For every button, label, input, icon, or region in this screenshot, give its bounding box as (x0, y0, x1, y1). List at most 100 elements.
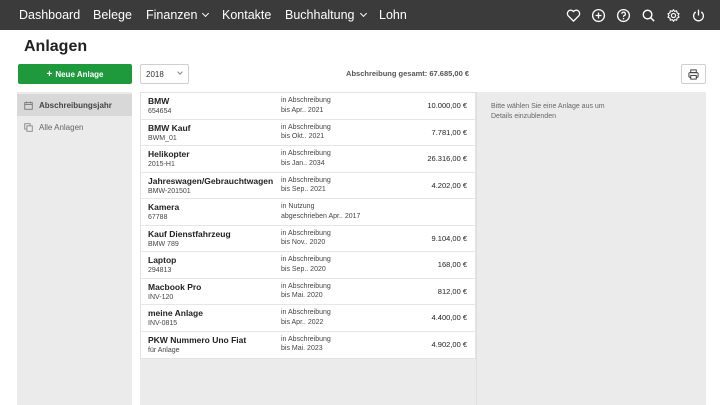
power-icon[interactable] (690, 7, 706, 23)
asset-status: in Abschreibung bis Sep.. 2021 (281, 176, 331, 195)
asset-status: in Abschreibung bis Mai. 2023 (281, 335, 331, 354)
top-navigation-bar: Dashboard Belege Finanzen Kontakte Buchh… (0, 0, 720, 30)
asset-status-line: in Abschreibung (281, 229, 331, 237)
nav-dashboard[interactable]: Dashboard (19, 0, 80, 30)
nav-buchhaltung-label: Buchhaltung (285, 8, 355, 22)
asset-code: INV-120 (148, 293, 174, 301)
nav-belege-label: Belege (93, 8, 132, 22)
asset-name: Helikopter (148, 149, 190, 159)
asset-amount: 10.000,00 € (427, 101, 467, 110)
asset-status-date: abgeschrieben Apr.. 2017 (281, 212, 361, 220)
nav-finanzen[interactable]: Finanzen (146, 0, 210, 30)
asset-status-line: in Abschreibung (281, 97, 331, 104)
asset-status-date: bis Apr.. 2021 (281, 106, 324, 114)
asset-amount: 4.902,00 € (431, 339, 467, 349)
asset-code: 67788 (148, 214, 168, 221)
asset-amount: 812,00 € (437, 286, 467, 296)
nav-lohn[interactable]: Lohn (379, 0, 407, 30)
sidebar-item-label: Alle Anlagen (39, 122, 84, 132)
plus-icon: + (46, 68, 53, 80)
sidebar-item-alle-anlagen[interactable]: Alle Anlagen (17, 116, 132, 138)
asset-status-date: bis Sep.. 2021 (281, 186, 326, 193)
asset-name: BMW Kauf (148, 122, 191, 133)
asset-code: 654654 (148, 108, 172, 115)
detail-panel: Bitte wählen Sie eine Anlage aus um Deta… (476, 92, 706, 405)
asset-status-line: in Abschreibung (281, 282, 331, 290)
asset-status-date: bis Nov.. 2020 (281, 239, 326, 246)
asset-list: BMW 654654 10.000,00 € in Abschreibung bis A… (140, 92, 476, 359)
nav-buchhaltung[interactable]: Buchhaltung (285, 0, 367, 30)
asset-status: in Abschreibung bis Apr.. 2022 (281, 308, 331, 327)
asset-row[interactable]: BMW Kauf BWM_01 7.781,00 € in Abschreibung b… (141, 120, 475, 146)
asset-name: Laptop (148, 255, 177, 265)
help-icon[interactable] (615, 7, 631, 23)
page-title: Anlagen (24, 38, 88, 55)
asset-code: BMW-201501 (148, 187, 191, 195)
gear-icon[interactable] (665, 7, 681, 23)
nav-dashboard-label: Dashboard (19, 8, 81, 22)
asset-row[interactable]: Macbook Pro INV-120 812,00 € in Abschreibun… (141, 279, 475, 305)
asset-amount: 9.104,00 € (431, 233, 467, 243)
asset-name: Macbook Pro (148, 281, 202, 292)
asset-code: BWM_01 (148, 134, 177, 142)
year-select[interactable]: 2018 (140, 64, 189, 84)
new-asset-button[interactable]: + Neue Anlage (18, 64, 132, 84)
print-button[interactable] (681, 64, 706, 84)
asset-row[interactable]: PKW Nummero Uno Fiat für Anlage 4.902,00 €… (141, 332, 475, 359)
asset-row[interactable]: Laptop 294813 168,00 € in Abschreibung bis S… (141, 252, 475, 279)
asset-code: 2015-H1 (148, 161, 175, 168)
asset-status-line: in Abschreibung (281, 176, 331, 184)
asset-status-line: in Abschreibung (281, 256, 331, 263)
printer-icon (688, 68, 699, 80)
asset-row[interactable]: Kamera 67788 in Nutzung abgeschrieben Apr..… (141, 199, 475, 226)
asset-status: in Abschreibung bis Jan.. 2034 (281, 149, 331, 168)
asset-status-line: in Nutzung (281, 203, 315, 210)
asset-name: Kauf Dienstfahrzeug (148, 228, 231, 239)
plus-circle-icon[interactable] (590, 7, 606, 23)
asset-status-date: bis Apr.. 2022 (281, 318, 324, 326)
asset-status-date: bis Jan.. 2034 (281, 159, 325, 167)
asset-status-date: bis Sep.. 2020 (281, 265, 326, 273)
asset-status-date: bis Mai. 2020 (281, 292, 323, 299)
asset-amount: 26.316,00 € (427, 154, 467, 163)
sidebar-item-abschreibungsjahr[interactable]: Abschreibungsjahr (17, 94, 132, 116)
asset-row[interactable]: Kauf Dienstfahrzeug BMW 789 9.104,00 € in A… (141, 226, 475, 252)
chevron-down-icon (177, 69, 183, 75)
detail-hint-text: Bitte wählen Sie eine Anlage aus um Deta… (491, 103, 605, 120)
nav-lohn-label: Lohn (379, 8, 407, 22)
asset-row[interactable]: Jahreswagen/Gebrauchtwagen BMW-201501 4.20… (141, 173, 475, 199)
asset-status-date: bis Mai. 2023 (281, 345, 323, 352)
asset-status: in Abschreibung bis Mai. 2020 (281, 282, 331, 301)
asset-code: 294813 (148, 267, 172, 274)
asset-status: in Abschreibung bis Okt.. 2021 (281, 123, 331, 142)
heart-icon[interactable] (565, 7, 581, 23)
asset-name: BMW (148, 96, 170, 106)
asset-status: in Abschreibung bis Apr.. 2021 (281, 96, 331, 115)
asset-name: meine Anlage (148, 308, 203, 318)
asset-status-line: in Abschreibung (281, 335, 331, 343)
chevron-down-icon (359, 9, 367, 18)
asset-status-line: in Abschreibung (281, 150, 331, 157)
new-asset-button-label: Neue Anlage (55, 69, 104, 79)
nav-belege[interactable]: Belege (93, 0, 132, 30)
asset-amount: 7.781,00 € (431, 127, 467, 137)
asset-name: Jahreswagen/Gebrauchtwagen (148, 175, 274, 186)
asset-row[interactable]: Helikopter 2015-H1 26.316,00 € in Abschreib… (141, 146, 475, 173)
nav-kontakte[interactable]: Kontakte (222, 0, 271, 30)
asset-row[interactable]: BMW 654654 10.000,00 € in Abschreibung bis A… (141, 93, 475, 120)
copy-icon (24, 122, 33, 132)
sidebar-item-label: Abschreibungsjahr (39, 100, 112, 110)
asset-status-line: in Abschreibung (281, 123, 331, 131)
asset-amount: 4.202,00 € (431, 180, 467, 190)
asset-amount: 168,00 € (437, 260, 467, 269)
asset-name: Kamera (148, 202, 180, 212)
asset-amount: 4.400,00 € (431, 313, 467, 322)
asset-row[interactable]: meine Anlage INV-0815 4.400,00 € in Abschre… (141, 305, 475, 332)
calendar-icon (24, 101, 33, 110)
chevron-down-icon (202, 9, 210, 18)
total-depreciation-label: Abschreibung gesamt: 67.685,00 € (346, 69, 469, 78)
asset-code: BMW 789 (148, 240, 179, 248)
asset-status: in Abschreibung bis Nov.. 2020 (281, 229, 331, 248)
asset-status-date: bis Okt.. 2021 (281, 133, 325, 140)
search-icon[interactable] (640, 7, 656, 23)
